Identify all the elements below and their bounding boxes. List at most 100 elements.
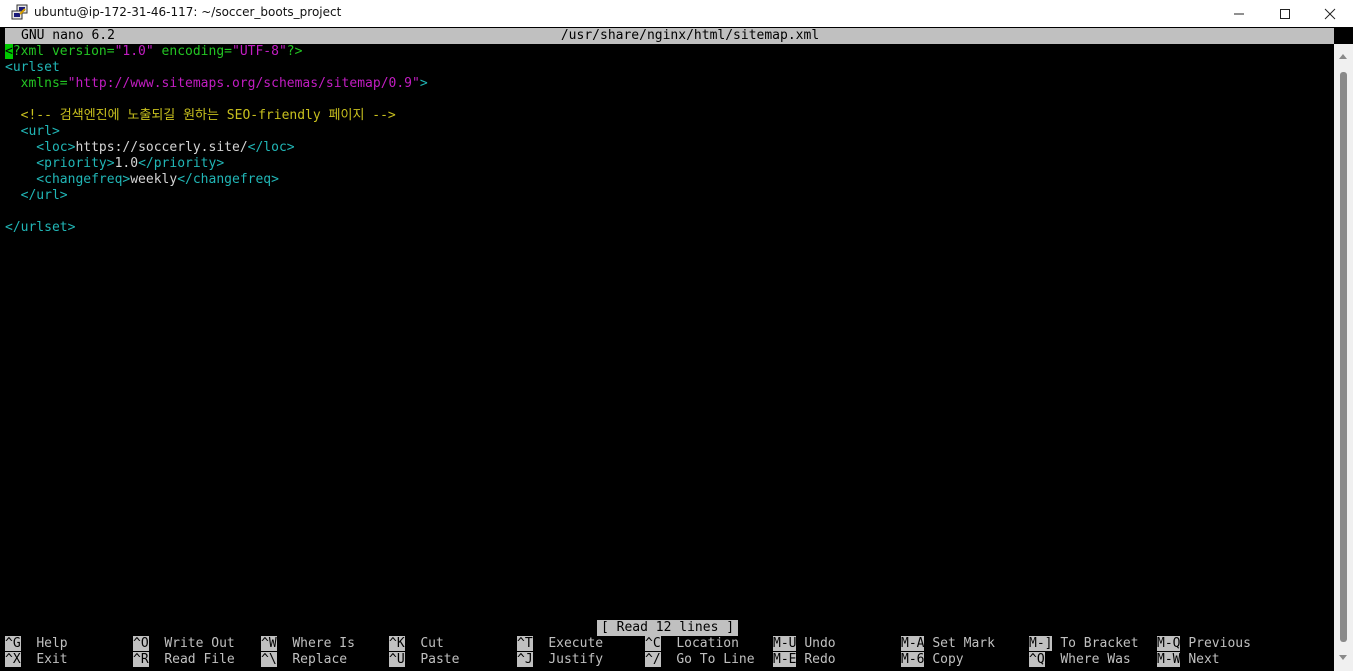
shortcut-item[interactable]: ^X Exit <box>5 652 68 668</box>
terminal-window: ubuntu@ip-172-31-46-117: ~/soccer_boots_… <box>0 0 1353 671</box>
code-token: <priority> <box>5 156 115 171</box>
shortcut-item[interactable]: M-6 Copy <box>901 652 964 668</box>
shortcut-item[interactable]: M-A Set Mark <box>901 636 995 652</box>
editor-line[interactable]: </url> <box>5 188 68 204</box>
close-button[interactable] <box>1307 0 1353 27</box>
editor-line[interactable]: <url> <box>5 124 60 140</box>
code-token: ?> <box>286 44 303 59</box>
code-token: </priority> <box>138 156 225 171</box>
code-token: <url> <box>5 124 60 139</box>
code-token: https://soccerly.site/ <box>75 140 248 155</box>
text-cursor: < <box>5 44 13 59</box>
shortcut-key: M-] <box>1029 636 1053 651</box>
editor-line[interactable]: <!-- 검색엔진에 노출되길 원하는 SEO-friendly 페이지 --> <box>5 108 396 124</box>
code-token: </urlset> <box>5 220 76 235</box>
code-token: <loc> <box>5 140 76 155</box>
code-token: ?xml version= <box>12 44 115 59</box>
shortcut-item[interactable]: ^/ Go To Line <box>645 652 755 668</box>
title-bar[interactable]: ubuntu@ip-172-31-46-117: ~/soccer_boots_… <box>0 0 1353 27</box>
code-token: <!-- 검색엔진에 노출되길 원하는 SEO-friendly 페이지 --> <box>5 108 396 123</box>
shortcut-item[interactable]: ^J Justify <box>517 652 603 668</box>
window-title: ubuntu@ip-172-31-46-117: ~/soccer_boots_… <box>34 5 342 19</box>
shortcut-label: Previous <box>1188 636 1251 651</box>
shortcut-item[interactable]: ^W Where Is <box>261 636 355 652</box>
shortcut-key: M-E <box>773 652 797 667</box>
shortcut-item[interactable]: ^Q Where Was <box>1029 652 1131 668</box>
shortcut-key: M-6 <box>901 652 925 667</box>
shortcut-item[interactable]: ^U Paste <box>389 652 459 668</box>
editor-line[interactable]: <urlset <box>5 60 60 76</box>
maximize-button[interactable] <box>1262 0 1308 27</box>
shortcut-item[interactable]: ^R Read File <box>133 652 235 668</box>
shortcut-key: ^X <box>5 652 21 667</box>
maximize-icon <box>1280 8 1290 19</box>
shortcut-key: ^C <box>645 636 661 651</box>
shortcut-label: Undo <box>804 636 836 651</box>
shortcut-label: Paste <box>420 652 460 667</box>
shortcut-label: Write Out <box>164 636 235 651</box>
editor-line[interactable]: <changefreq>weekly</changefreq> <box>5 172 279 188</box>
shortcut-item[interactable]: ^T Execute <box>517 636 603 652</box>
shortcut-key: ^O <box>133 636 149 651</box>
shortcut-item[interactable]: M-E Redo <box>773 652 836 668</box>
shortcut-label: Execute <box>548 636 604 651</box>
shortcut-label: Justify <box>548 652 604 667</box>
scroll-down-arrow-icon[interactable] <box>1339 655 1347 660</box>
shortcut-label: Exit <box>36 652 68 667</box>
shortcut-key: M-Q <box>1157 636 1181 651</box>
minimize-button[interactable] <box>1216 0 1262 27</box>
shortcut-key: ^U <box>389 652 405 667</box>
shortcut-key: ^/ <box>645 652 661 667</box>
editor-line[interactable]: </urlset> <box>5 220 75 236</box>
shortcut-item[interactable]: ^K Cut <box>389 636 444 652</box>
code-token: weekly <box>130 172 178 187</box>
shortcut-key: ^J <box>517 652 533 667</box>
shortcut-label: Location <box>676 636 739 651</box>
shortcut-item[interactable]: ^C Location <box>645 636 739 652</box>
shortcut-item[interactable]: M-Q Previous <box>1157 636 1251 652</box>
code-token: </url> <box>5 188 68 203</box>
editor-line[interactable]: <priority>1.0</priority> <box>5 156 224 172</box>
code-token: </loc> <box>247 140 295 155</box>
code-token: "http://www.sitemaps.org/schemas/sitemap… <box>67 76 420 91</box>
shortcut-label: To Bracket <box>1060 636 1139 651</box>
shortcut-label: Where Is <box>292 636 355 651</box>
scroll-thumb[interactable] <box>1340 72 1347 642</box>
editor-line[interactable]: <loc>https://soccerly.site/</loc> <box>5 140 295 156</box>
putty-icon <box>11 4 28 20</box>
shortcut-key: ^W <box>261 636 277 651</box>
shortcut-key: ^\ <box>261 652 277 667</box>
code-token: encoding= <box>153 44 232 59</box>
shortcut-key: ^Q <box>1029 652 1045 667</box>
nano-header-bar: GNU nano 6.2 /usr/share/nginx/html/sitem… <box>5 28 1334 44</box>
shortcut-key: ^T <box>517 636 533 651</box>
shortcut-label: Set Mark <box>932 636 995 651</box>
shortcut-key: M-W <box>1157 652 1181 667</box>
shortcut-label: Where Was <box>1060 652 1131 667</box>
shortcut-item[interactable]: M-U Undo <box>773 636 836 652</box>
shortcut-item[interactable]: M-] To Bracket <box>1029 636 1139 652</box>
code-token: > <box>419 76 428 91</box>
shortcut-label: Redo <box>804 652 836 667</box>
shortcut-item[interactable]: ^G Help <box>5 636 68 652</box>
minimize-icon <box>1234 13 1244 14</box>
code-token: <changefreq> <box>5 172 131 187</box>
code-token: "1.0" <box>114 44 154 59</box>
editor-line[interactable]: <?xml version="1.0" encoding="UTF-8"?> <box>5 44 302 60</box>
code-token: </changefreq> <box>177 172 279 187</box>
editor-line[interactable]: xmlns="http://www.sitemaps.org/schemas/s… <box>5 76 428 92</box>
shortcut-label: Help <box>36 636 68 651</box>
code-token: xmlns= <box>5 76 68 91</box>
shortcut-item[interactable]: ^O Write Out <box>133 636 235 652</box>
scroll-up-arrow-icon[interactable] <box>1339 54 1347 59</box>
shortcut-label: Read File <box>164 652 235 667</box>
terminal-screen[interactable]: GNU nano 6.2 /usr/share/nginx/html/sitem… <box>5 27 1334 671</box>
vertical-scrollbar[interactable] <box>1334 44 1353 671</box>
shortcut-item[interactable]: ^\ Replace <box>261 652 347 668</box>
code-token: "UTF-8" <box>232 44 287 59</box>
close-icon <box>1324 8 1336 19</box>
shortcut-item[interactable]: M-W Next <box>1157 652 1220 668</box>
shortcut-label: Go To Line <box>676 652 755 667</box>
shortcut-key: ^K <box>389 636 405 651</box>
status-message: [ Read 12 lines ] <box>597 620 739 636</box>
